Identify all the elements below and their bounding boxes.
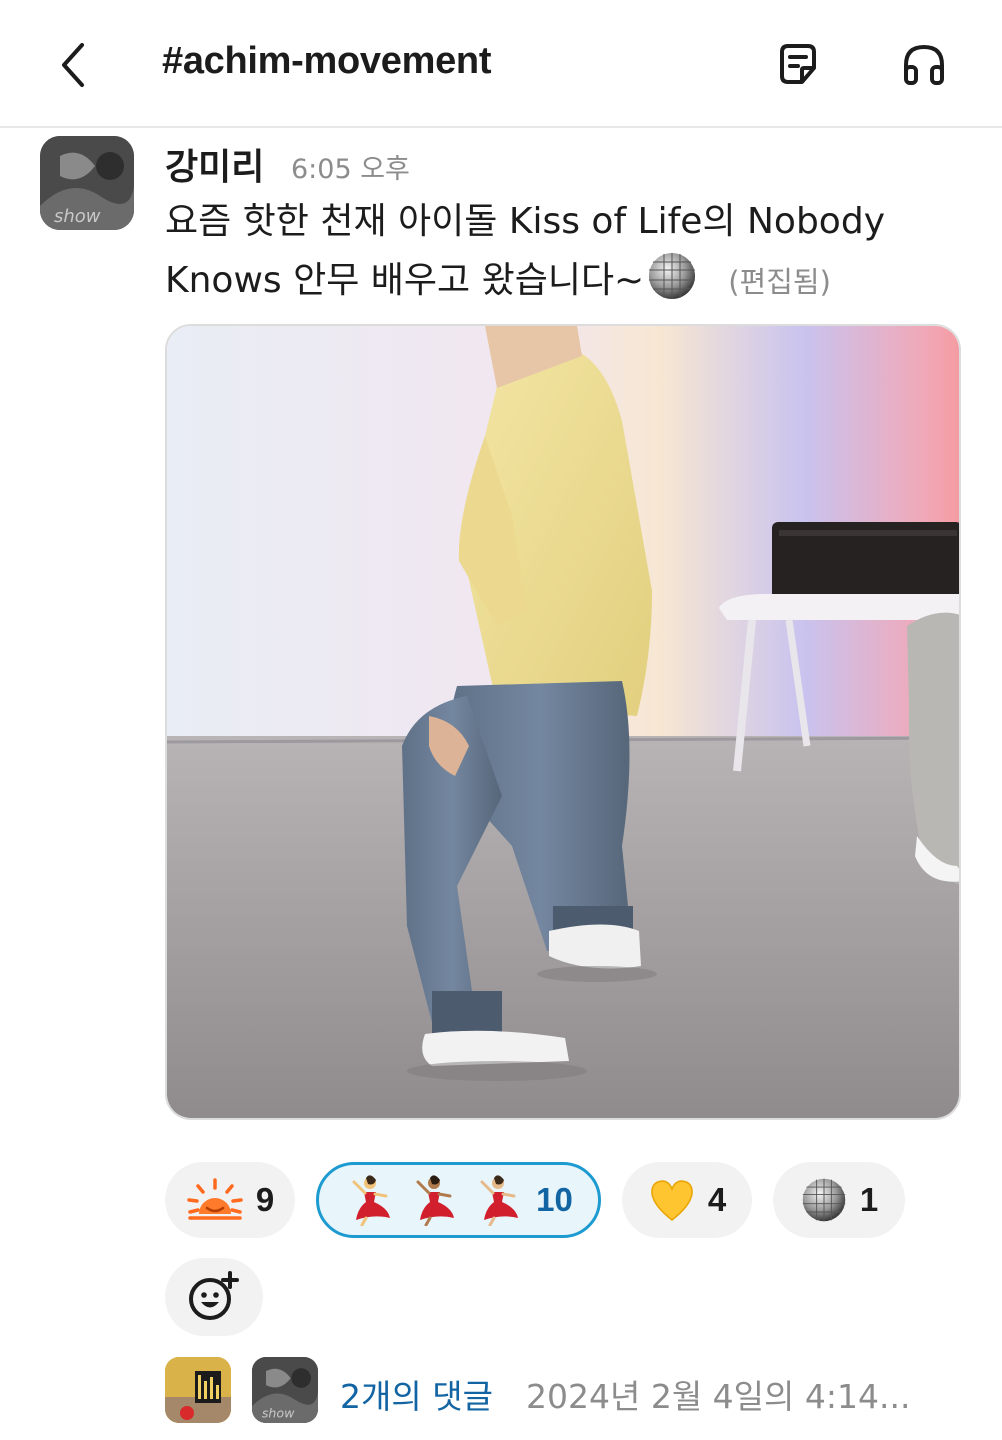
edited-label: (편집됨)	[728, 265, 831, 299]
thread-last-reply: 2024년 2월 4일의 4:14...	[526, 1377, 911, 1416]
message-timestamp[interactable]: 6:05 오후	[291, 147, 410, 186]
reaction-count: 1	[859, 1181, 879, 1218]
author-avatar[interactable]: show	[40, 136, 134, 230]
huddle-button[interactable]	[896, 36, 952, 92]
reaction-disco-ball[interactable]: 1	[773, 1162, 905, 1238]
dancer-icon	[352, 1175, 391, 1226]
reaction-yellow-heart[interactable]: 4	[622, 1162, 752, 1238]
svg-text:show: show	[262, 1405, 295, 1420]
disco-ball-icon	[646, 250, 698, 302]
message-body: 요즘 핫한 천재 아이돌 Kiss of Life의 Nobody Knows …	[165, 194, 975, 310]
reaction-count: 4	[707, 1181, 727, 1218]
thread-reply-count[interactable]: 2개의 댓글	[340, 1370, 493, 1418]
reply-avatar[interactable]	[165, 1357, 231, 1423]
reply-avatar[interactable]: show	[252, 1357, 318, 1423]
canvas-button[interactable]	[770, 36, 826, 92]
reaction-count: 10	[536, 1181, 573, 1218]
headphones-icon	[904, 44, 944, 85]
reaction-sunrise[interactable]: 9	[165, 1162, 295, 1238]
dancer-icon	[480, 1175, 519, 1226]
back-button[interactable]	[44, 30, 104, 100]
disco-ball-icon	[802, 1178, 846, 1222]
canvas-icon	[780, 44, 816, 84]
chevron-left-icon	[62, 43, 84, 87]
reaction-count: 9	[255, 1181, 275, 1218]
reaction-dancers[interactable]: 10	[316, 1162, 601, 1238]
image-attachment[interactable]	[165, 324, 961, 1120]
yellow-heart-icon	[651, 1180, 693, 1221]
svg-text:show: show	[54, 206, 101, 227]
sunrise-icon	[187, 1178, 243, 1220]
author-name[interactable]: 강미리	[165, 138, 264, 190]
dancer-icon	[416, 1175, 455, 1226]
channel-title[interactable]: #achim-movement	[162, 40, 491, 83]
add-reaction-button[interactable]	[165, 1258, 263, 1336]
add-emoji-icon	[189, 1271, 239, 1320]
channel-header: #achim-movement	[0, 0, 1002, 128]
